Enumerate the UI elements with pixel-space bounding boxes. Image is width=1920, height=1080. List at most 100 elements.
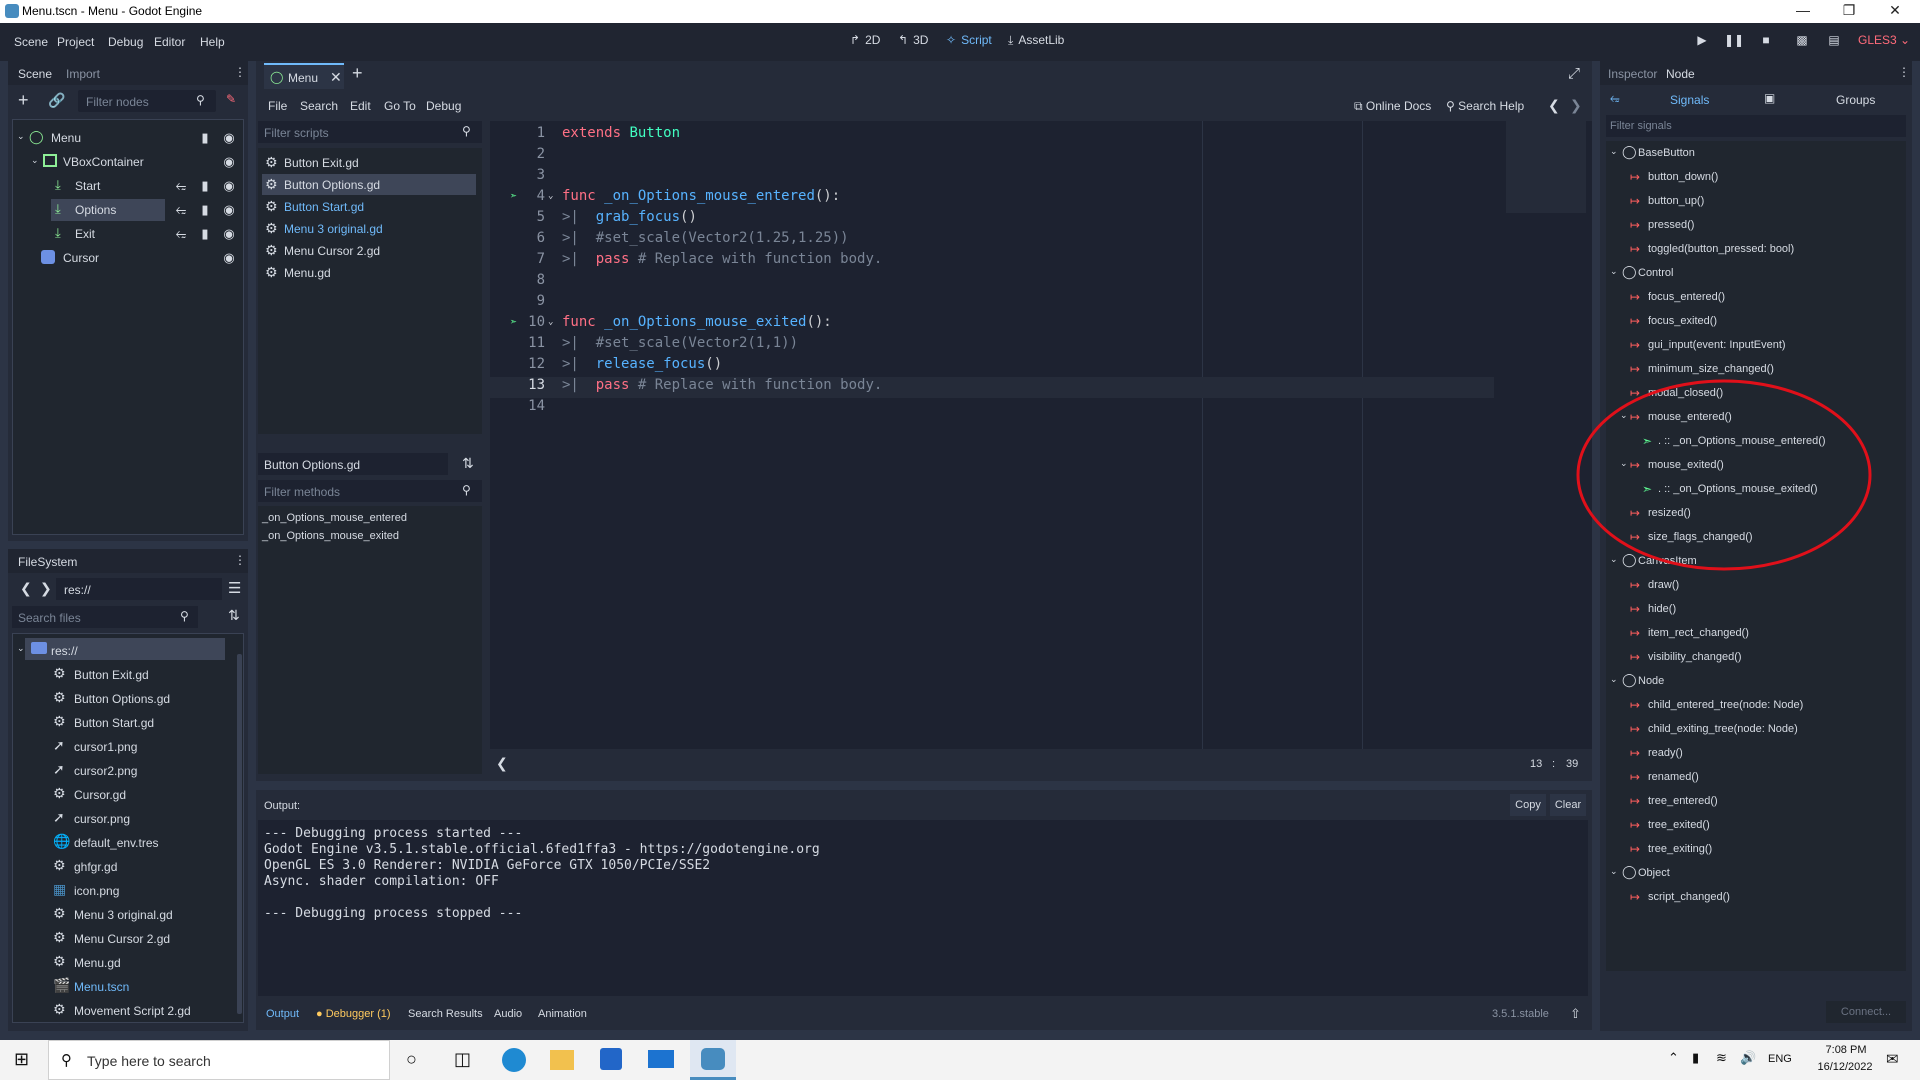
collapse-arrow-icon[interactable]: ⌄: [17, 643, 25, 654]
notifications-icon[interactable]: ✉: [1886, 1050, 1899, 1068]
signal-item[interactable]: ↦ draw(): [1606, 573, 1906, 597]
search-help-button[interactable]: ⚲ Search Help: [1446, 99, 1524, 113]
visibility-eye-icon[interactable]: ◉: [221, 226, 237, 241]
script-icon[interactable]: ▮: [197, 130, 213, 145]
expand-panel-icon[interactable]: ⇧: [1570, 1006, 1581, 1022]
cortana-icon[interactable]: ○: [406, 1049, 417, 1070]
visibility-eye-icon[interactable]: ◉: [221, 250, 237, 265]
file-item[interactable]: ⚙ Menu Cursor 2.gd: [13, 926, 243, 950]
tab-inspector[interactable]: Inspector: [1608, 67, 1657, 81]
file-item[interactable]: ⚙ Button Start.gd: [13, 710, 243, 734]
collapse-arrow-icon[interactable]: ⌄: [31, 155, 39, 166]
script-menu-edit[interactable]: Edit: [350, 99, 371, 113]
menu-help[interactable]: Help: [200, 35, 225, 49]
dock-menu-icon[interactable]: ⋮: [1898, 65, 1910, 79]
script-icon[interactable]: ▮: [197, 226, 213, 241]
history-back-icon[interactable]: ❮: [1548, 97, 1560, 114]
script-icon[interactable]: ▮: [197, 202, 213, 217]
visibility-eye-icon[interactable]: ◉: [221, 178, 237, 193]
workspace-script[interactable]: ✧ Script: [946, 33, 992, 47]
file-item[interactable]: ➚ cursor2.png: [13, 758, 243, 782]
maximize-icon[interactable]: ❐: [1826, 0, 1872, 23]
windows-start-icon[interactable]: ⊞: [14, 1049, 29, 1070]
add-tab-icon[interactable]: +: [352, 63, 363, 84]
signal-item[interactable]: ↦ button_down(): [1606, 165, 1906, 189]
sort-icon[interactable]: ⇅: [228, 607, 240, 624]
tab-groups[interactable]: Groups: [1836, 93, 1875, 107]
signal-connected-icon[interactable]: ⥳: [173, 178, 189, 193]
tree-node-exit[interactable]: ⤓ Exit ⥳ ▮ ◉: [13, 222, 245, 246]
tab-output[interactable]: Output: [266, 1008, 299, 1020]
collapse-arrow-icon[interactable]: ⌄: [1610, 674, 1618, 685]
tree-node-menu[interactable]: ⌄ ◯ Menu ▮ ◉: [13, 126, 245, 150]
scrollbar[interactable]: [237, 654, 242, 1014]
script-item[interactable]: ⚙ Menu Cursor 2.gd: [262, 240, 476, 261]
tab-audio[interactable]: Audio: [494, 1008, 522, 1020]
file-item[interactable]: ⚙ ghfgr.gd: [13, 854, 243, 878]
dock-menu-icon[interactable]: ⋮: [234, 65, 246, 79]
signal-item[interactable]: ↦ hide(): [1606, 597, 1906, 621]
add-node-icon[interactable]: +: [18, 90, 29, 111]
script-menu-goto[interactable]: Go To: [384, 99, 416, 113]
workspace-assetlib[interactable]: ⤓ AssetLib: [1008, 33, 1064, 48]
forward-icon[interactable]: ❯: [40, 580, 52, 597]
renderer-select[interactable]: GLES3 ⌄: [1858, 33, 1910, 47]
clear-button[interactable]: Clear: [1550, 794, 1586, 816]
signal-item[interactable]: ↦ pressed(): [1606, 213, 1906, 237]
signal-connected-icon[interactable]: ⥳: [173, 226, 189, 241]
clock-time[interactable]: 7:08 PM: [1812, 1044, 1880, 1056]
workspace-3d[interactable]: ↰ 3D: [898, 33, 928, 47]
collapse-arrow-icon[interactable]: ⌄: [1610, 866, 1618, 877]
signal-class-header[interactable]: ⌄ ◯ BaseButton: [1606, 141, 1906, 165]
store-icon[interactable]: [600, 1048, 622, 1070]
filter-signals-input[interactable]: Filter signals: [1606, 115, 1906, 137]
script-item[interactable]: ⚙ Button Exit.gd: [262, 152, 476, 173]
script-item[interactable]: ⚙ Menu 3 original.gd: [262, 218, 476, 239]
taskbar-search-box[interactable]: ⚲ Type here to search: [48, 1040, 390, 1080]
online-docs-button[interactable]: ⧉ Online Docs: [1354, 99, 1431, 114]
tab-animation[interactable]: Animation: [538, 1008, 587, 1020]
file-item[interactable]: ⚙ Button Options.gd: [13, 686, 243, 710]
script-item-selected[interactable]: ⚙ Button Options.gd: [262, 174, 476, 195]
workspace-2d[interactable]: ↱ 2D: [850, 33, 880, 47]
tab-scene[interactable]: Scene: [18, 67, 52, 81]
dock-menu-icon[interactable]: ⋮: [234, 553, 246, 567]
method-item[interactable]: _on_Options_mouse_entered: [262, 512, 407, 524]
edge-browser-icon[interactable]: [502, 1048, 526, 1072]
collapse-arrow-icon[interactable]: ⌄: [1610, 146, 1618, 157]
play-scene-icon[interactable]: ▩: [1790, 33, 1814, 53]
file-item[interactable]: 🌐 default_env.tres: [13, 830, 243, 854]
mail-icon[interactable]: [648, 1050, 674, 1068]
wifi-icon[interactable]: ≋: [1716, 1050, 1727, 1066]
language-indicator[interactable]: ENG: [1768, 1053, 1792, 1065]
tab-signals[interactable]: Signals: [1670, 93, 1709, 107]
signal-item[interactable]: ↦ visibility_changed(): [1606, 645, 1906, 669]
tree-node-vboxcontainer[interactable]: ⌄ VBoxContainer ◉: [13, 150, 245, 174]
volume-icon[interactable]: 🔊: [1740, 1050, 1756, 1066]
signal-item[interactable]: ↦ button_up(): [1606, 189, 1906, 213]
path-field[interactable]: res://: [56, 578, 222, 600]
sort-methods-icon[interactable]: ⇅: [462, 455, 474, 472]
script-menu-debug[interactable]: Debug: [426, 99, 461, 113]
file-item[interactable]: ➚ cursor.png: [13, 806, 243, 830]
menu-project[interactable]: Project: [57, 35, 94, 49]
signal-item[interactable]: ↦ ready(): [1606, 741, 1906, 765]
signal-class-header[interactable]: ⌄ ◯ Control: [1606, 261, 1906, 285]
collapse-arrow-icon[interactable]: ⌄: [1610, 266, 1618, 277]
signal-connected-icon[interactable]: ⥳: [173, 202, 189, 217]
close-icon[interactable]: ✕: [1872, 0, 1918, 23]
menu-scene[interactable]: Scene: [14, 35, 48, 49]
method-item[interactable]: _on_Options_mouse_exited: [262, 530, 399, 542]
file-item[interactable]: 🎬 Menu.tscn: [13, 974, 243, 998]
clock-date[interactable]: 16/12/2022: [1808, 1061, 1882, 1073]
code-editor[interactable]: 1 extends Button 2 3 ➣ 4 ⌄ func _on_Option…: [490, 121, 1592, 749]
filter-scripts-input[interactable]: Filter scripts ⚲: [258, 121, 482, 143]
tab-filesystem[interactable]: FileSystem: [18, 555, 77, 569]
file-item[interactable]: ⚙ Movement Script 2.gd: [13, 998, 243, 1022]
signals-icon[interactable]: ⥳: [1610, 91, 1620, 106]
visibility-eye-icon[interactable]: ◉: [221, 130, 237, 145]
tab-debugger[interactable]: ● Debugger (1): [316, 1008, 391, 1020]
distraction-free-icon[interactable]: ⤢: [1568, 65, 1580, 82]
code-minimap[interactable]: [1506, 121, 1586, 213]
filter-nodes-input[interactable]: Filter nodes ⚲: [78, 90, 216, 112]
